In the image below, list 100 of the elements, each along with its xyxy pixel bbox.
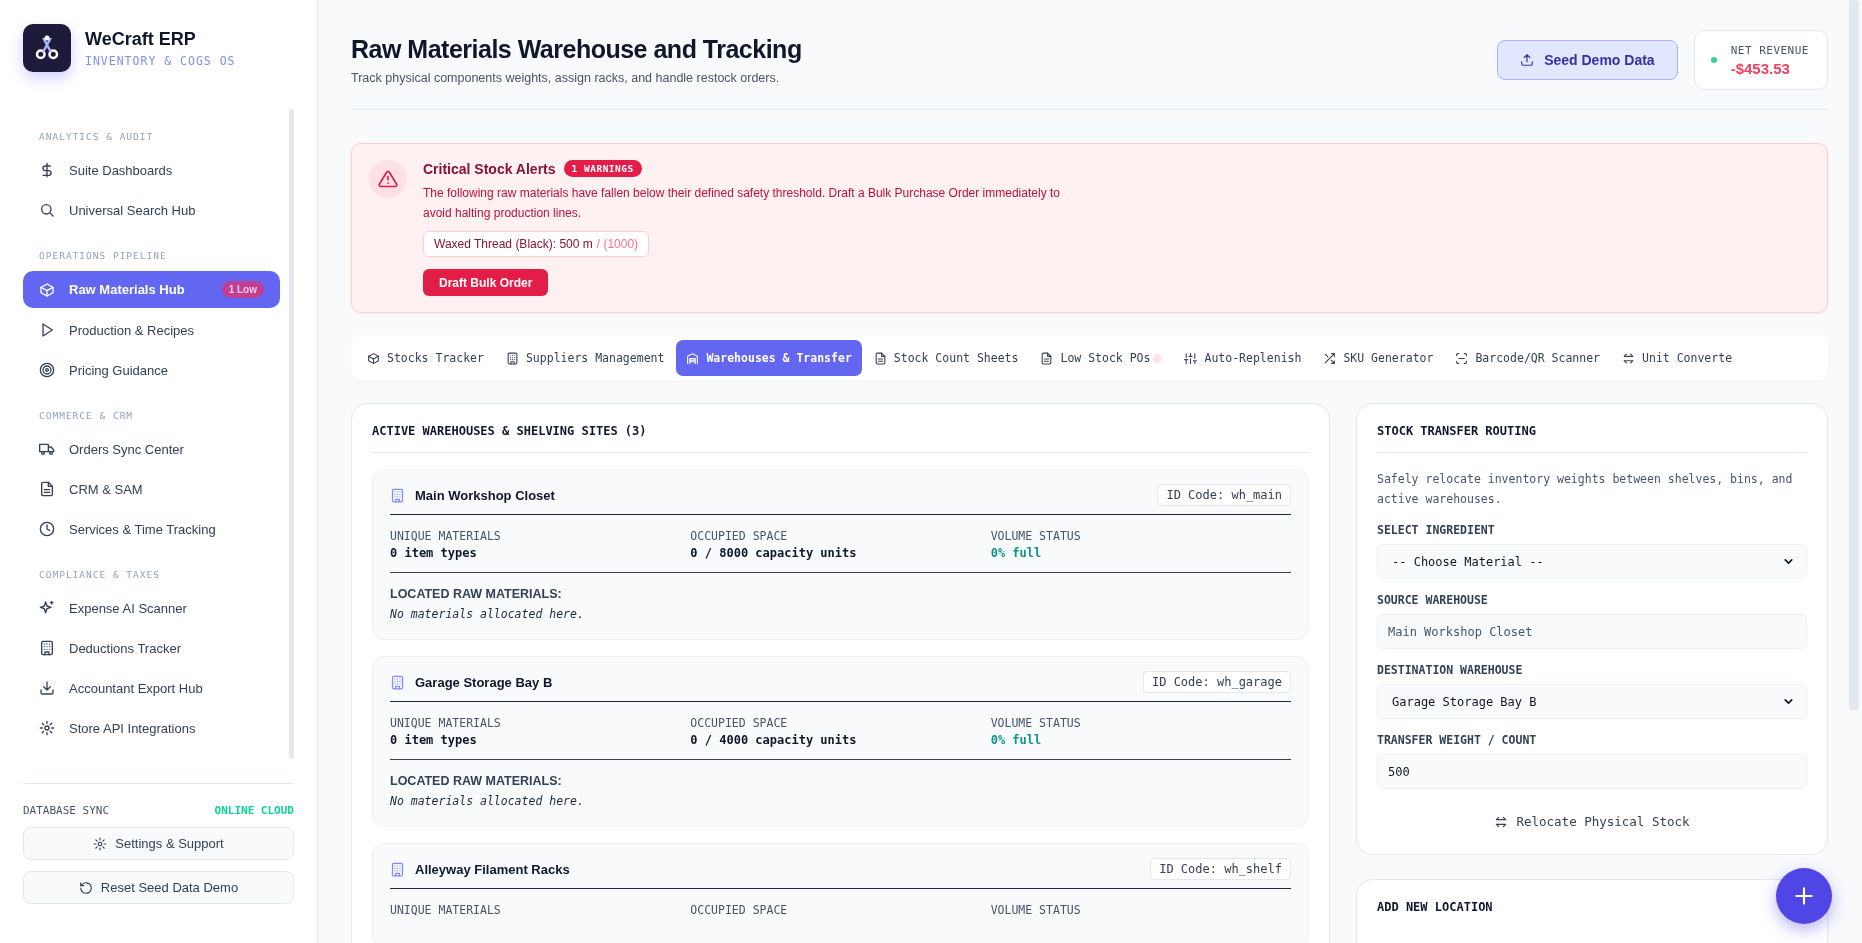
revenue-value: -$453.53	[1730, 59, 1791, 77]
sidebar-item[interactable]: CRM & SAM	[23, 471, 280, 507]
relocate-button[interactable]: Relocate Physical Stock	[1377, 813, 1807, 830]
building-icon	[390, 861, 405, 877]
document-icon	[39, 481, 55, 497]
dollar-icon	[39, 162, 55, 178]
tab[interactable]: Stock Count Sheets	[863, 340, 1029, 376]
tab[interactable]: Low Stock POs	[1030, 340, 1173, 376]
building-icon	[390, 487, 405, 503]
sidebar-item[interactable]: Accountant Export Hub	[23, 670, 280, 706]
tab[interactable]: SKU Generator	[1313, 340, 1444, 376]
input-field[interactable]: Main Workshop Closet	[1377, 614, 1807, 649]
add-button[interactable]	[1776, 868, 1832, 924]
sidebar-item[interactable]: Deductions Tracker	[23, 630, 280, 666]
sidebar-item[interactable]: Pricing Guidance	[23, 352, 280, 388]
sync-status: ONLINE CLOUD	[214, 804, 294, 817]
stat-label: VOLUME STATUS	[990, 529, 1082, 543]
alert-message: The following raw materials have fallen below their defined safety threshold. Draft a Bulk Purchase Order immediately to avoid halting production lines.	[423, 185, 1061, 222]
swap-arrows-icon	[1494, 814, 1509, 829]
clock-icon	[39, 521, 55, 537]
warning-count-badge: 1 WARNINGS	[563, 160, 642, 177]
panel-title: ACTIVE WAREHOUSES & SHELVING SITES (3)	[372, 424, 1309, 453]
download-icon	[39, 680, 55, 696]
stat-value: 0% full	[990, 546, 1043, 560]
sidebar-item[interactable]: Production & Recipes	[23, 312, 280, 348]
building-icon	[39, 640, 55, 656]
seed-button[interactable]: Seed Demo Data	[1497, 40, 1678, 80]
stat-value: 0 / 8000 capacity units	[690, 546, 858, 560]
stat-label: VOLUME STATUS	[990, 903, 1082, 917]
alert-title: Critical Stock Alerts	[423, 160, 556, 177]
upload-icon	[1520, 53, 1535, 67]
sidebar-item[interactable]: Orders Sync Center	[23, 431, 280, 467]
stat-value: 0% full	[990, 733, 1043, 747]
tab[interactable]: Warehouses & Transfer	[676, 340, 862, 376]
tab[interactable]: Barcode/QR Scanner	[1445, 340, 1611, 376]
warehouse-icon	[686, 351, 700, 365]
document-icon	[1040, 351, 1054, 365]
material-level: Waxed Thread (Black): 500 m	[434, 237, 593, 251]
shuffle-icon	[1323, 351, 1337, 365]
input-field[interactable]: 500	[1377, 754, 1807, 789]
sidebar-item[interactable]: Expense AI Scanner	[23, 590, 280, 626]
reset-icon	[78, 880, 93, 895]
scan-icon	[1455, 351, 1469, 365]
stat-value: 0 item types	[390, 546, 478, 560]
scrollbar[interactable]	[289, 109, 294, 759]
page-title: Raw Materials Warehouse and Tracking	[351, 35, 802, 64]
sparkle-icon	[39, 600, 55, 616]
select-field[interactable]: Garage Storage Bay B	[1377, 684, 1807, 719]
stat-value: 0 item types	[390, 733, 478, 747]
box-icon	[39, 281, 55, 298]
select-field[interactable]: -- Choose Material --	[1377, 544, 1807, 579]
id-code-tag: ID Code: wh_main	[1157, 484, 1291, 506]
app-name: WeCraft ERP	[85, 28, 197, 50]
tab[interactable]: Auto-Replenish	[1174, 340, 1312, 376]
sidebar-item[interactable]: Services & Time Tracking	[23, 511, 280, 547]
sidebar-item[interactable]: Raw Materials Hub 1 Low	[23, 271, 280, 308]
building-icon	[505, 351, 519, 365]
select-label: DESTINATION WAREHOUSE	[1377, 663, 1524, 677]
stat-label: OCCUPIED SPACE	[690, 529, 789, 543]
count-badge: 1 Low	[221, 281, 264, 298]
swap-arrows-icon	[1622, 351, 1636, 365]
play-icon	[39, 322, 55, 338]
stat-label: OCCUPIED SPACE	[690, 716, 789, 730]
sidebar-item[interactable]: Store API Integrations	[23, 710, 280, 746]
stat-label: OCCUPIED SPACE	[690, 903, 789, 917]
empty-note: No materials allocated here.	[390, 794, 585, 808]
warning-icon	[369, 160, 407, 198]
section-heading: COMMERCE & CRM	[38, 410, 135, 421]
revenue-label: NET REVENUE	[1730, 43, 1809, 57]
status-dot	[1710, 57, 1717, 63]
id-code-tag: ID Code: wh_garage	[1142, 671, 1291, 693]
stat-label: UNIQUE MATERIALS	[390, 903, 502, 917]
sliders-icon	[1184, 351, 1198, 365]
warehouse-name: Alleyway Filament Racks	[415, 861, 571, 877]
target-icon	[39, 362, 55, 378]
settings-button[interactable]: Settings & Support	[23, 827, 294, 860]
page-subtitle: Track physical components weights, assign racks, and handle restock orders.	[351, 71, 781, 85]
tab[interactable]: Unit Converte	[1612, 340, 1743, 376]
warehouse-name: Garage Storage Bay B	[415, 674, 554, 690]
app-tagline: INVENTORY & COGS OS	[85, 53, 236, 68]
materials-heading: LOCATED RAW MATERIALS:	[390, 774, 563, 788]
field-label: TRANSFER WEIGHT / COUNT	[1377, 733, 1538, 747]
stat-label: UNIQUE MATERIALS	[390, 716, 502, 730]
sidebar-item[interactable]: Universal Search Hub	[23, 192, 280, 228]
field-label: SOURCE WAREHOUSE	[1377, 593, 1489, 607]
tab[interactable]: Stocks Tracker	[357, 340, 494, 376]
tab[interactable]: Suppliers Management	[495, 340, 675, 376]
draft-order-button[interactable]: Draft Bulk Order	[423, 269, 549, 296]
panel-description: Safely relocate inventory weights between shelves, bins, and active warehouses.	[1377, 471, 1794, 508]
panel-title: STOCK TRANSFER ROUTING	[1377, 424, 1807, 453]
box-icon	[367, 351, 380, 365]
id-code-tag: ID Code: wh_shelf	[1150, 858, 1291, 880]
stat-label: VOLUME STATUS	[990, 716, 1082, 730]
reset-button[interactable]: Reset Seed Data Demo	[23, 871, 294, 904]
sidebar-item[interactable]: Suite Dashboards	[23, 152, 280, 188]
threshold-text: / (1000)	[596, 237, 639, 251]
stat-label: UNIQUE MATERIALS	[390, 529, 502, 543]
sync-label: DATABASE SYNC	[23, 804, 110, 817]
section-heading: ANALYTICS & AUDIT	[38, 131, 155, 142]
search-icon	[39, 202, 55, 218]
